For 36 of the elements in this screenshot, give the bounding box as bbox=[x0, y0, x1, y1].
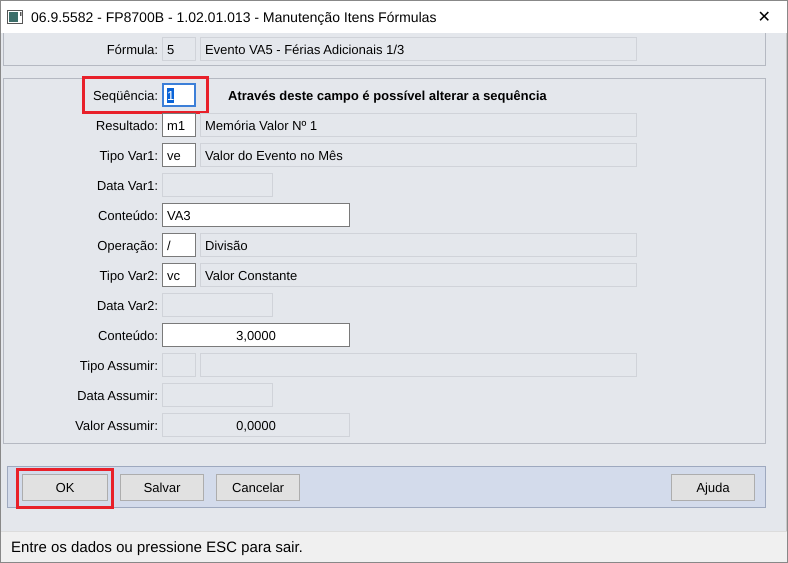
readonly-field: 5 bbox=[162, 37, 196, 61]
input-field[interactable]: m1 bbox=[162, 113, 196, 137]
input-field[interactable]: / bbox=[162, 233, 196, 257]
dialog-button[interactable]: OK bbox=[22, 474, 108, 500]
field-label: Fórmula: bbox=[106, 42, 158, 56]
field-label: Tipo Assumir: bbox=[78, 358, 158, 372]
readonly-field: Evento VA5 - Férias Adicionais 1/3 bbox=[200, 37, 637, 61]
status-bar: Entre os dados ou pressione ESC para sair. bbox=[1, 531, 787, 562]
field-label: Operação: bbox=[96, 238, 158, 252]
close-button[interactable]: ✕ bbox=[741, 1, 787, 33]
hint-text: Através deste campo é possível alterar a sequência bbox=[228, 88, 547, 102]
readonly-field: Memória Valor Nº 1 bbox=[200, 113, 637, 137]
field-label: Valor Assumir: bbox=[74, 418, 158, 432]
readonly-field: 0,0000 bbox=[162, 413, 350, 437]
field-label: Tipo Var1: bbox=[98, 148, 158, 162]
input-field[interactable]: 1 bbox=[162, 83, 196, 107]
field-label: Data Var1: bbox=[96, 178, 158, 192]
input-field[interactable]: vc bbox=[162, 263, 196, 287]
input-field[interactable]: 3,0000 bbox=[162, 323, 350, 347]
field-label: Resultado: bbox=[94, 118, 158, 132]
input-field[interactable]: VA3 bbox=[162, 203, 350, 227]
window-title: 06.9.5582 - FP8700B - 1.02.01.013 - Manutenção Itens Fórmulas bbox=[31, 9, 438, 25]
readonly-field: Valor do Evento no Mês bbox=[200, 143, 637, 167]
input-field[interactable]: ve bbox=[162, 143, 196, 167]
app-icon bbox=[7, 10, 23, 24]
readonly-field: Valor Constante bbox=[200, 263, 637, 287]
field-label: Seqüência: bbox=[92, 88, 158, 102]
dialog-button[interactable]: Ajuda bbox=[671, 474, 755, 500]
field-label: Data Assumir: bbox=[76, 388, 158, 402]
dialog-button[interactable]: Cancelar bbox=[216, 474, 300, 500]
field-label: Conteúdo: bbox=[97, 328, 158, 342]
readonly-field: Divisão bbox=[200, 233, 637, 257]
field-label: Data Var2: bbox=[96, 298, 158, 312]
field-label: Tipo Var2: bbox=[98, 268, 158, 282]
dialog-button[interactable]: Salvar bbox=[120, 474, 204, 500]
field-label: Conteúdo: bbox=[97, 208, 158, 222]
